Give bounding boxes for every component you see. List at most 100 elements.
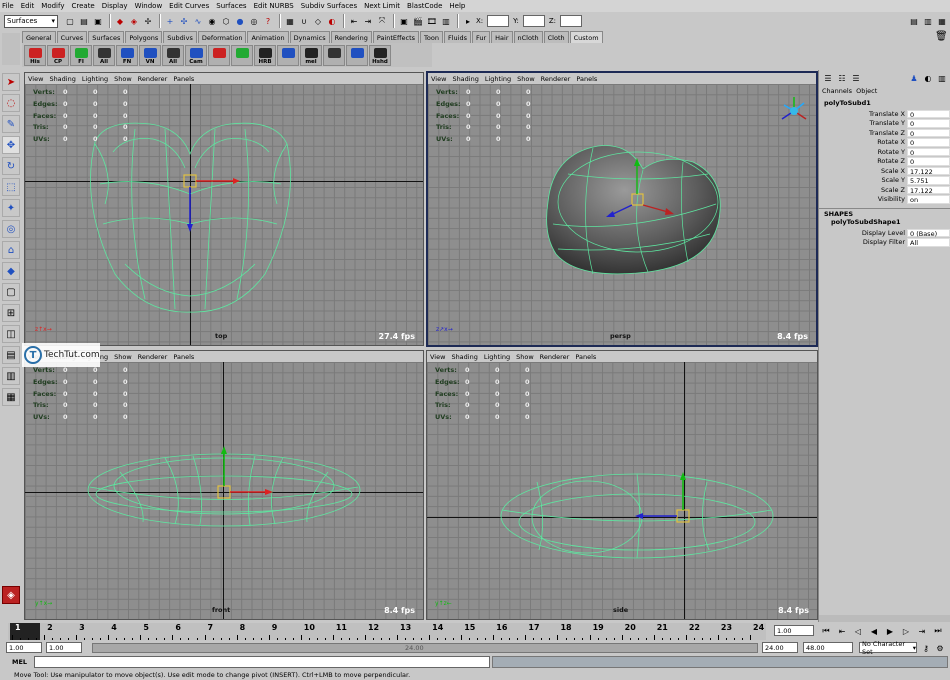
hypershade-icon[interactable]: ▥: [440, 15, 452, 27]
layout-four-icon[interactable]: ⊞: [2, 304, 20, 322]
lasso-tool-icon[interactable]: ◌: [2, 94, 20, 112]
viewport-menu-lighting[interactable]: Lighting: [82, 75, 108, 83]
viewport-menu-show[interactable]: Show: [517, 75, 535, 83]
menu-surfaces[interactable]: Surfaces: [216, 2, 246, 10]
viewport-side[interactable]: View Shading Lighting Show Renderer Panels: [426, 350, 818, 620]
snap-point-icon[interactable]: ◇: [312, 15, 324, 27]
tab-object[interactable]: Object: [856, 87, 877, 95]
save-scene-icon[interactable]: ▣: [92, 15, 104, 27]
soft-mod-icon[interactable]: ◎: [2, 220, 20, 238]
command-input[interactable]: [34, 656, 490, 668]
play-backward-icon[interactable]: ◀: [868, 625, 880, 637]
channel-value[interactable]: 17.122: [907, 185, 950, 195]
universal-manip-icon[interactable]: ✦: [2, 199, 20, 217]
select-hierarchy-icon[interactable]: ◆: [114, 15, 126, 27]
mask-misc-icon[interactable]: ?: [262, 15, 274, 27]
attribute-toggle-icon[interactable]: ☰: [850, 72, 862, 84]
time-slider[interactable]: 1 2 3 4 5 6 7 8 9 10 11 12 13 14 15 16 17 18 19 20 21 22 23 24 …: [0, 622, 950, 641]
character-set-dropdown[interactable]: No Character Set ▾: [859, 640, 917, 656]
shelf-button-mel[interactable]: mel: [300, 44, 322, 66]
ipr-render-icon[interactable]: 🎬: [412, 15, 424, 27]
menu-help[interactable]: Help: [449, 2, 465, 10]
layout-two-icon[interactable]: ◫: [2, 325, 20, 343]
viewport-menu-view[interactable]: View: [28, 75, 43, 83]
viewport-menu-panels[interactable]: Panels: [173, 353, 194, 361]
viewport-menu-panels[interactable]: Panels: [576, 75, 597, 83]
menu-subdiv-surfaces[interactable]: Subdiv Surfaces: [301, 2, 357, 10]
shelf-tab-rendering[interactable]: Rendering: [330, 31, 372, 43]
viewport-menu-renderer[interactable]: Renderer: [138, 75, 168, 83]
go-to-end-icon[interactable]: ⏭: [932, 625, 944, 637]
channel-box-toggle-icon[interactable]: ☰: [822, 72, 834, 84]
viewport-menu-show[interactable]: Show: [114, 353, 132, 361]
channel-value[interactable]: 17.122: [907, 166, 950, 176]
playback-end-field[interactable]: 24.00: [762, 642, 798, 653]
mask-render-icon[interactable]: ◎: [248, 15, 260, 27]
channel-value[interactable]: 0: [907, 157, 950, 166]
viewport-menu-panels[interactable]: Panels: [173, 75, 194, 83]
step-back-key-icon[interactable]: ⇤: [836, 625, 848, 637]
rotate-tool-icon[interactable]: ↻: [2, 157, 20, 175]
menu-file[interactable]: File: [2, 2, 14, 10]
current-frame-field[interactable]: 1.00: [774, 625, 814, 636]
menu-create[interactable]: Create: [71, 2, 94, 10]
scale-tool-icon[interactable]: ⬚: [2, 178, 20, 196]
shelf-tab-animation[interactable]: Animation: [247, 31, 289, 43]
shelf-tab-curves[interactable]: Curves: [56, 31, 88, 43]
channel-row[interactable]: Rotate Z0: [819, 157, 950, 166]
channel-row[interactable]: Display Level 0 (Base): [819, 228, 950, 238]
mask-deform-icon[interactable]: ⬡: [220, 15, 232, 27]
tab-channels[interactable]: Channels: [822, 87, 852, 95]
go-to-start-icon[interactable]: ⏮: [820, 625, 832, 637]
channel-value[interactable]: 0: [907, 119, 950, 128]
shelf-button-tool-9[interactable]: [231, 44, 253, 66]
shelf-tab-fluids[interactable]: Fluids: [443, 31, 471, 43]
layout-outliner-icon[interactable]: ▤: [2, 346, 20, 364]
channel-value[interactable]: 0 (Base): [907, 228, 950, 238]
preferences-icon[interactable]: ⚙: [934, 642, 946, 654]
shelf-button-hshd[interactable]: Hshd: [369, 44, 391, 66]
render-frame-icon[interactable]: ▣: [398, 15, 410, 27]
channel-value[interactable]: 0: [907, 128, 950, 138]
hypergraph-icon[interactable]: ▥: [936, 72, 948, 84]
outliner-icon[interactable]: ♟: [908, 72, 920, 84]
auto-key-icon[interactable]: ⚷: [920, 642, 932, 654]
output-history-icon[interactable]: ⇥: [362, 15, 374, 27]
menu-window[interactable]: Window: [135, 2, 163, 10]
shelf-tab-subdivs[interactable]: Subdivs: [163, 31, 197, 43]
layout-single-icon[interactable]: ▢: [2, 283, 20, 301]
shelf-button-all[interactable]: All: [162, 44, 184, 66]
shelf-tab-fur[interactable]: Fur: [471, 31, 491, 43]
channel-row[interactable]: Visibility on: [819, 195, 950, 204]
menu-modify[interactable]: Modify: [41, 2, 64, 10]
viewport-menu-shading[interactable]: Shading: [451, 353, 477, 361]
layout-extra-icon[interactable]: ▦: [2, 388, 20, 406]
snap-view-icon[interactable]: ◐: [326, 15, 338, 27]
channel-value[interactable]: All: [907, 238, 950, 247]
menu-edit[interactable]: Edit: [21, 2, 35, 10]
mask-joint-icon[interactable]: ✣: [178, 15, 190, 27]
channel-row[interactable]: Scale Y 5.751: [819, 176, 950, 185]
menu-display[interactable]: Display: [102, 2, 128, 10]
time-ruler[interactable]: 1 2 3 4 5 6 7 8 9 10 11 12 13 14 15 16 17 18 19 20 21 22 23 24: [8, 623, 766, 640]
layer-editor-toggle-icon[interactable]: ☷: [836, 72, 848, 84]
shelf-tab-toon[interactable]: Toon: [420, 31, 443, 43]
shelf-button-tool-14[interactable]: [346, 44, 368, 66]
menu-edit-nurbs[interactable]: Edit NURBS: [254, 2, 294, 10]
shelf-tab-general[interactable]: General: [22, 31, 56, 43]
layout-graph-icon[interactable]: ▥: [2, 367, 20, 385]
shelf-button-fn[interactable]: FN: [116, 44, 138, 66]
shelf-button-tool-13[interactable]: [323, 44, 345, 66]
move-tool-icon[interactable]: ✥: [2, 136, 20, 154]
shelf-button-all[interactable]: All: [93, 44, 115, 66]
mask-dynamics-icon[interactable]: ●: [234, 15, 246, 27]
step-forward-key-icon[interactable]: ⇥: [916, 625, 928, 637]
channel-row[interactable]: Scale X 17.122: [819, 166, 950, 176]
shelf-tab-polygons[interactable]: Polygons: [125, 31, 163, 43]
channel-box-icon[interactable]: ▦: [936, 15, 948, 27]
channel-row[interactable]: Translate Y0: [819, 119, 950, 128]
playback-start-field[interactable]: 1.00: [46, 642, 82, 653]
render-sphere-icon[interactable]: ◐: [922, 72, 934, 84]
input-history-icon[interactable]: ⇤: [348, 15, 360, 27]
viewport-menu-lighting[interactable]: Lighting: [484, 353, 510, 361]
